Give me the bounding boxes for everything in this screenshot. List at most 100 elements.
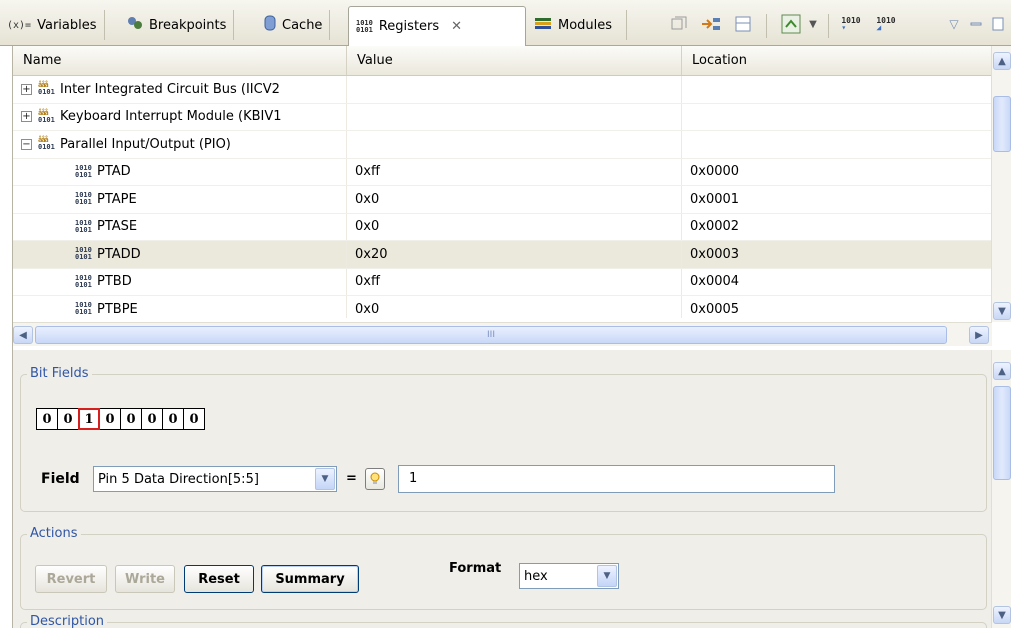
tree-horizontal-scrollbar[interactable]: ◀ III ▶ [13,322,992,346]
register-group-icon: ååå 0101 [38,136,55,152]
scroll-thumb[interactable]: III [35,326,947,344]
variables-icon: (x)= [7,19,32,31]
actions-group: Actions Revert Write Reset Summary Forma… [20,526,987,610]
collapse-icon[interactable]: − [21,138,32,150]
column-header-value[interactable]: Value [347,46,682,75]
row-value [347,131,682,158]
row-name: PTBPE [97,301,138,317]
register-icon: 1010 0101 [75,246,92,262]
layout-icon[interactable] [732,9,754,39]
field-select[interactable]: Pin 5 Data Direction[5:5] ▼ [93,466,337,492]
modules-icon [534,16,552,34]
chevron-down-icon[interactable]: ▼ [806,9,820,39]
row-name: PTBD [97,274,132,290]
reset-button[interactable]: Reset [184,565,254,593]
group-title: Description [27,614,108,628]
sync-icon[interactable] [778,9,806,39]
view-menu-icon[interactable]: ▽ [946,9,962,39]
table-row[interactable]: 1010 0101 PTBD 0xff 0x0004 [13,268,992,296]
panel-vertical-scrollbar[interactable]: ▲ ▼ [991,350,1011,628]
tab-variables[interactable]: (x)= Variables [0,10,105,40]
table-row[interactable]: 1010 0101 PTAD 0xff 0x0000 [13,158,992,186]
bit-cell[interactable]: 0 [99,408,121,430]
bit-grid: 0 0 1 0 0 0 0 0 [36,408,205,430]
register-icon: 1010 0101 [75,163,92,179]
table-row[interactable]: + ååå 0101 Keyboard Interrupt Module (KBI… [13,103,992,131]
scroll-up-icon[interactable]: ▲ [993,52,1011,70]
row-value: 0xff [347,158,682,185]
tab-label: Modules [558,17,613,33]
row-name: Parallel Input/Output (PIO) [60,136,231,152]
table-row[interactable]: − ååå 0101 Parallel Input/Output (PIO) [13,131,992,159]
row-name: Inter Integrated Circuit Bus (IICV2 [60,81,280,97]
tab-breakpoints[interactable]: Breakpoints [120,10,235,40]
tab-cache[interactable]: Cache [257,10,331,40]
scroll-left-icon[interactable]: ◀ [13,326,33,344]
column-header-location[interactable]: Location [682,46,992,75]
bit-cell[interactable]: 0 [36,408,58,430]
close-icon[interactable]: ✕ [451,19,462,34]
bit-cell[interactable]: 0 [141,408,163,430]
summary-button[interactable]: Summary [261,565,359,593]
revert-button[interactable]: Revert [35,565,107,593]
table-row[interactable]: 1010 0101 PTASE 0x0 0x0002 [13,213,992,241]
scroll-down-icon[interactable]: ▼ [993,302,1011,320]
chevron-down-icon[interactable]: ▼ [315,468,335,490]
register-group-icon: ååå 0101 [38,108,55,124]
bits-prev-icon[interactable]: 1010 ▾ [835,9,867,39]
row-name: PTAD [97,164,131,180]
register-details-panel: Bit Fields 0 0 1 0 0 0 0 0 Field Pin 5 D… [12,350,1011,628]
table-row-selected[interactable]: 1010 0101 PTADD 0x20 0x0003 [13,241,992,269]
column-header-name[interactable]: Name [13,46,347,75]
bits-next-icon[interactable]: 1010 ◢ [870,9,902,39]
show-type-icon[interactable] [698,9,724,39]
view-tab-bar: (x)= Variables Breakpoints Cache 1010 010… [0,0,1011,46]
bit-cell[interactable]: 0 [183,408,205,430]
table-row[interactable]: 1010 0101 PTAPE 0x0 0x0001 [13,186,992,214]
minimize-icon[interactable] [968,9,984,39]
lightbulb-icon[interactable] [365,468,385,490]
row-name: PTAPE [97,191,137,207]
bit-cell[interactable]: 0 [162,408,184,430]
bit-cell[interactable]: 0 [120,408,142,430]
write-button[interactable]: Write [115,565,175,593]
format-label: Format [449,561,502,576]
scroll-down-icon[interactable]: ▼ [993,606,1011,624]
row-location [682,131,992,158]
description-group: Description [20,614,987,628]
row-value: 0xff [347,268,682,295]
scroll-up-icon[interactable]: ▲ [993,362,1011,380]
chevron-down-icon[interactable]: ▼ [597,565,617,587]
expand-icon[interactable]: + [21,111,32,123]
field-value-input[interactable]: 1 [398,465,835,493]
bit-cell[interactable]: 0 [57,408,79,430]
tab-registers[interactable]: 1010 0101 Registers ✕ [348,6,526,46]
expand-icon[interactable]: + [21,83,32,95]
row-value: 0x0 [347,296,682,318]
table-row[interactable]: 1010 0101 PTBPE 0x0 0x0005 [13,296,992,318]
row-value: 0x20 [347,241,682,268]
maximize-icon[interactable] [990,9,1006,39]
register-icon: 1010 0101 [75,301,92,317]
scroll-thumb[interactable] [993,96,1011,152]
row-location [682,76,992,103]
field-select-value: Pin 5 Data Direction[5:5] [98,471,259,487]
tab-label: Cache [282,17,323,33]
tree-vertical-scrollbar[interactable]: ▲ ▼ [991,46,1011,322]
row-name: PTADD [97,246,141,262]
row-location: 0x0001 [682,186,992,213]
scroll-right-icon[interactable]: ▶ [969,326,989,344]
scroll-thumb[interactable] [993,386,1011,480]
collapse-all-icon[interactable] [668,9,690,39]
format-select[interactable]: hex ▼ [519,563,619,589]
row-name: Keyboard Interrupt Module (KBIV1 [60,109,282,125]
tab-modules[interactable]: Modules [527,10,627,40]
table-row[interactable]: + ååå 0101 Inter Integrated Circuit Bus (… [13,76,992,104]
equals-sign: = [346,471,357,486]
register-icon: 1010 0101 [75,218,92,234]
register-tree: Name Value Location + ååå 0101 Inter Inte… [12,46,1011,350]
group-title: Bit Fields [27,366,92,381]
bit-cell-selected[interactable]: 1 [78,408,100,430]
format-select-value: hex [524,568,548,584]
row-value [347,103,682,130]
